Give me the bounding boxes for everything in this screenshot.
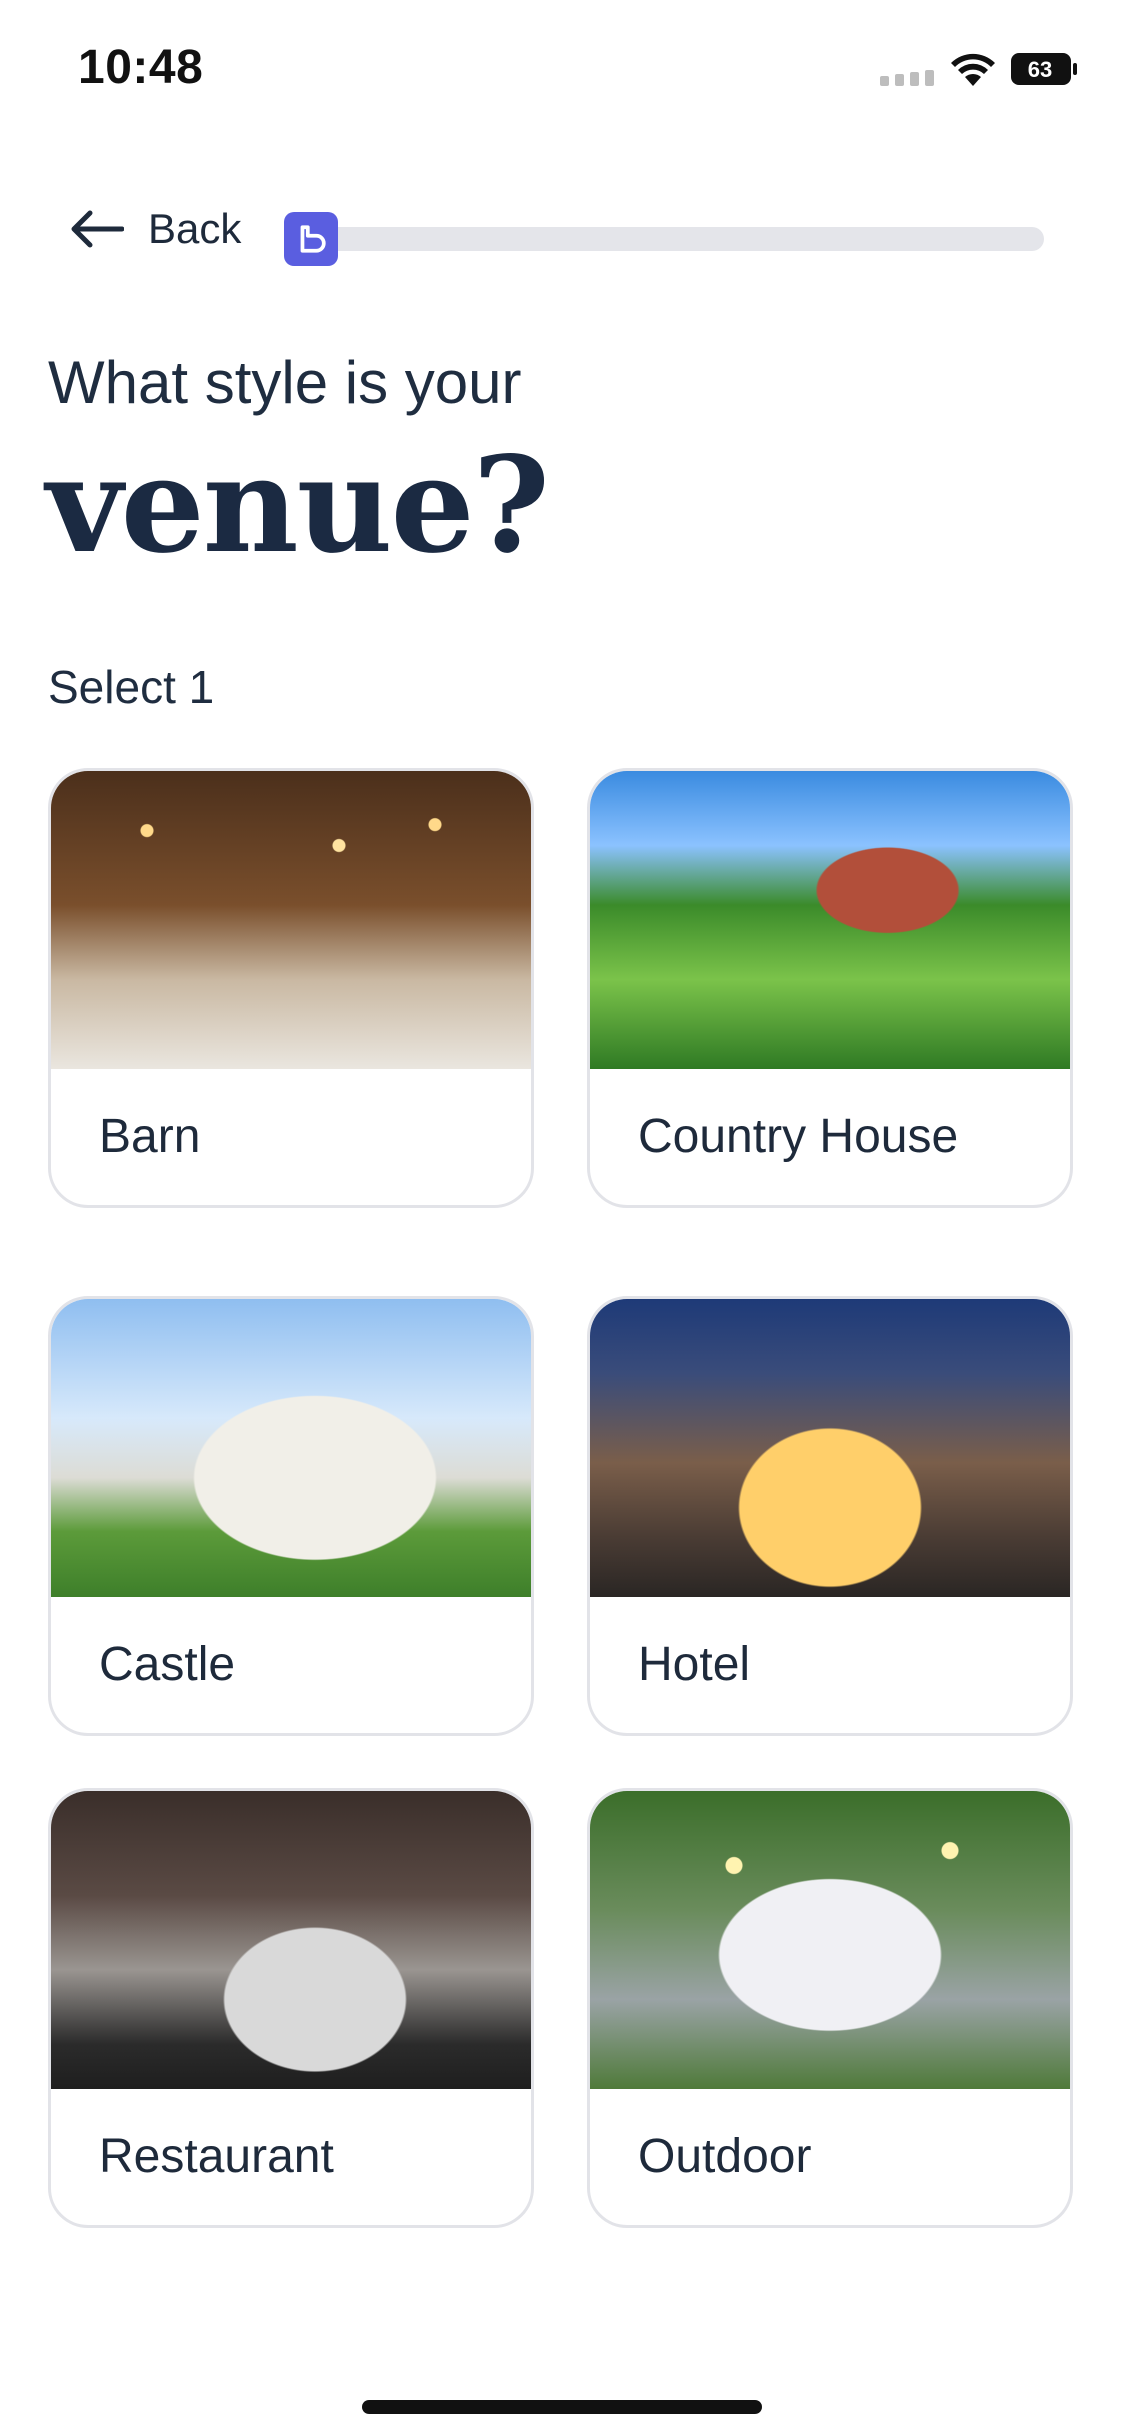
option-card-restaurant[interactable]: Restaurant (48, 1788, 534, 2228)
progress-track (304, 227, 1044, 251)
question-subtitle: What style is your (48, 349, 522, 416)
progress-bar (284, 212, 1054, 266)
cellular-signal-icon (880, 70, 934, 86)
option-label: Country House (638, 1110, 959, 1163)
brand-logo-icon (284, 212, 338, 266)
option-label: Castle (99, 1638, 236, 1691)
restaurant-photo (51, 1791, 531, 2089)
wifi-icon (951, 53, 995, 86)
option-label: Hotel (638, 1638, 751, 1691)
option-card-barn[interactable]: Barn (48, 768, 534, 1208)
home-indicator (362, 2400, 762, 2414)
status-time: 10:48 (78, 41, 204, 94)
barn-photo (51, 771, 531, 1069)
option-card-hotel[interactable]: Hotel (587, 1296, 1073, 1736)
option-card-castle[interactable]: Castle (48, 1296, 534, 1736)
option-card-outdoor[interactable]: Outdoor (587, 1788, 1073, 2228)
option-label: Barn (99, 1110, 201, 1163)
castle-photo (51, 1299, 531, 1597)
selection-hint: Select 1 (48, 661, 215, 713)
option-label: Outdoor (638, 2130, 812, 2183)
option-card-country-house[interactable]: Country House (587, 768, 1073, 1208)
hotel-photo (590, 1299, 1070, 1597)
battery-level: 63 (1028, 57, 1052, 82)
battery-icon: 63 (1011, 53, 1077, 85)
arrow-left-icon (71, 210, 124, 248)
option-label: Restaurant (99, 2130, 334, 2183)
back-label: Back (148, 205, 242, 252)
question-title: venue? (46, 428, 550, 583)
back-button[interactable]: Back (68, 205, 241, 253)
outdoor-photo (590, 1791, 1070, 2089)
status-bar: 10:48 63 (0, 0, 1125, 140)
country-house-photo (590, 771, 1070, 1069)
